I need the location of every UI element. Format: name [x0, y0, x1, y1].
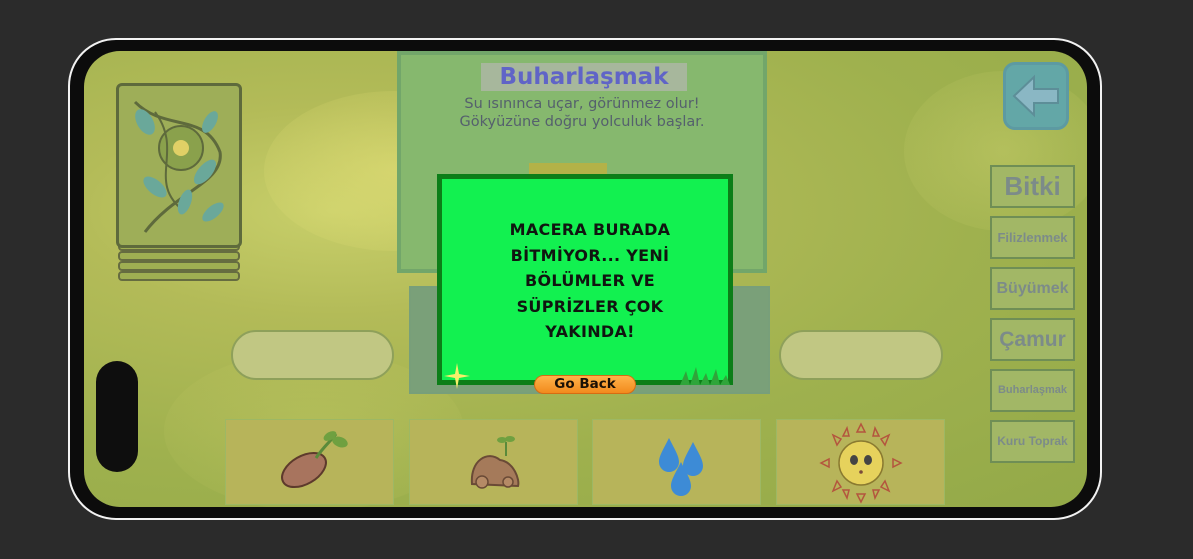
- info-card-title: Buharlaşmak: [481, 63, 687, 91]
- tile-sun[interactable]: [776, 419, 945, 505]
- grass-icon: [680, 367, 730, 385]
- soil-sprout-icon: [470, 436, 520, 489]
- side-menu-item-buyumek[interactable]: Büyümek: [990, 267, 1075, 310]
- side-menu-item-kuru-toprak[interactable]: Kuru Toprak: [990, 420, 1075, 463]
- arrow-left-icon: [1012, 74, 1059, 118]
- side-menu-item-buharlasmak[interactable]: Buharlaşmak: [990, 369, 1075, 412]
- info-card-description: Su ısınınca uçar, görünmez olur! Gökyüzü…: [459, 96, 705, 130]
- tile-water[interactable]: [592, 419, 761, 505]
- seed-icon: [281, 431, 348, 489]
- side-menu-item-filizlenmek[interactable]: Filizlenmek: [990, 216, 1075, 259]
- answer-slot-left[interactable]: [231, 330, 394, 380]
- tile-soil[interactable]: [409, 419, 578, 505]
- sun-icon: [819, 422, 903, 504]
- game-viewport: Buharlaşmak Su ısınınca uçar, görünmez o…: [0, 0, 1193, 559]
- tile-seed[interactable]: [225, 419, 394, 505]
- dialog-message: MACERA BURADA BİTMİYOR... YENİ BÖLÜMLER …: [509, 220, 671, 341]
- side-menu-item-bitki[interactable]: Bitki: [990, 165, 1075, 208]
- water-drops-icon: [659, 438, 703, 496]
- coming-soon-dialog: MACERA BURADA BİTMİYOR... YENİ BÖLÜMLER …: [437, 174, 733, 389]
- leaf-swirl-icon: [133, 100, 224, 233]
- card-deck[interactable]: [116, 83, 242, 283]
- deck-top-card: [116, 83, 242, 248]
- answer-slot-right[interactable]: [779, 330, 943, 380]
- back-arrow-button[interactable]: [1003, 62, 1069, 130]
- sparkle-icon: [444, 363, 470, 389]
- side-menu-item-camur[interactable]: Çamur: [990, 318, 1075, 361]
- camera-notch: [96, 361, 138, 472]
- go-back-button[interactable]: Go Back: [534, 375, 636, 394]
